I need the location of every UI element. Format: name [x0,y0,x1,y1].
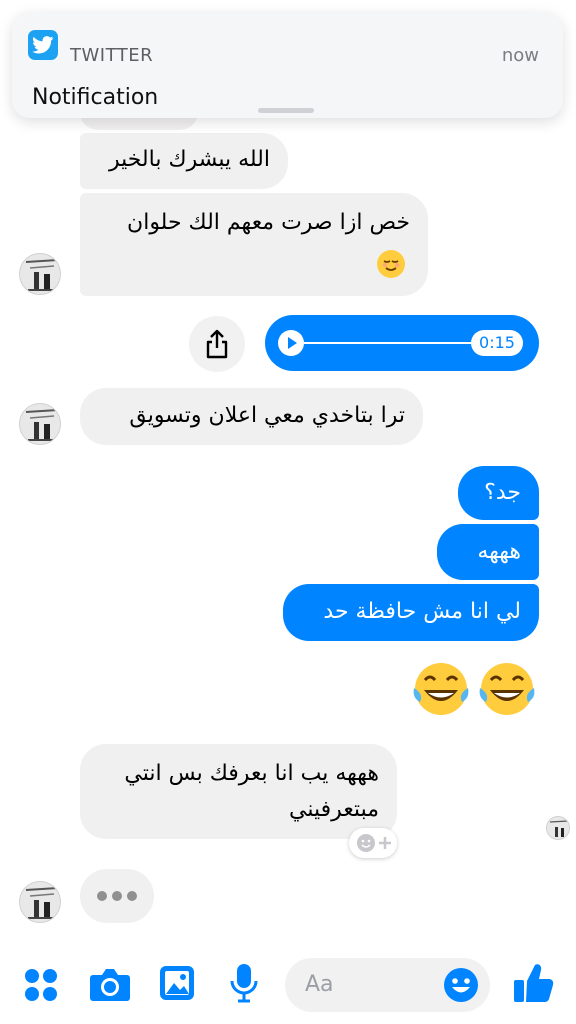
relieved-face-emoji [376,249,406,291]
emoji-button[interactable] [443,967,479,1003]
tears-of-joy-emoji [413,663,535,715]
notification-grabber[interactable] [258,108,314,113]
read-receipt-avatar [546,816,570,840]
notification-banner[interactable]: TWITTER now Notification [12,12,563,118]
message-bubble[interactable]: الله يبشرك بالخير [80,133,288,189]
play-button[interactable] [278,330,304,356]
message-text-line: هههه يب انا بعرفك بس انتي [124,761,379,786]
camera-button[interactable] [89,964,131,1004]
add-reaction-button[interactable] [349,828,397,858]
twitter-icon [28,30,58,60]
emoji-icon [444,968,478,1002]
message-bubble[interactable]: خص ازا صرت معهم الك حلوان [80,193,428,296]
camera-icon [90,969,130,1001]
gallery-button[interactable] [158,964,196,1002]
contact-avatar[interactable] [19,403,61,445]
voice-button[interactable] [227,962,261,1004]
message-text: لي انا مش حافظة حد [323,599,521,624]
add-reaction-icon [357,834,391,852]
audio-progress-track[interactable] [304,342,474,344]
image-icon [160,966,194,1000]
contact-avatar[interactable] [19,881,61,923]
play-icon [288,337,297,349]
message-bubble[interactable]: هههه [437,524,539,580]
apps-button[interactable] [22,966,60,1004]
like-button[interactable] [512,960,556,1004]
typing-dots-icon [97,891,137,901]
typing-indicator [80,869,154,923]
message-input[interactable]: Aa [285,958,490,1012]
message-text: هههه [477,539,521,564]
message-bubble[interactable]: لي انا مش حافظة حد [283,584,539,641]
message-text: جد؟ [484,480,521,505]
microphone-icon [230,964,258,1003]
apps-icon [25,969,57,1001]
notification-time: now [501,45,539,66]
notification-app-name: TWITTER [70,45,154,66]
share-icon [206,329,228,359]
message-bubble[interactable]: ترا بتاخدي معي اعلان وتسويق [80,388,423,445]
message-text: ترا بتاخدي معي اعلان وتسويق [129,403,405,428]
emoji-message[interactable] [410,658,540,720]
like-icon [514,964,554,1002]
message-text: الله يبشرك بالخير [108,147,270,172]
share-button[interactable] [189,316,245,372]
notification-body: Notification [32,85,159,110]
message-input-placeholder: Aa [305,972,334,997]
message-bubble[interactable]: هههه يب انا بعرفك بس انتي مبتعرفيني [80,744,397,839]
contact-avatar[interactable] [19,253,61,295]
audio-message-bubble[interactable]: 0:15 [265,315,539,371]
message-text-line: مبتعرفيني [289,797,379,822]
message-bubble[interactable]: جد؟ [458,466,539,520]
audio-duration: 0:15 [471,330,523,356]
message-text: خص ازا صرت معهم الك حلوان [127,210,410,235]
